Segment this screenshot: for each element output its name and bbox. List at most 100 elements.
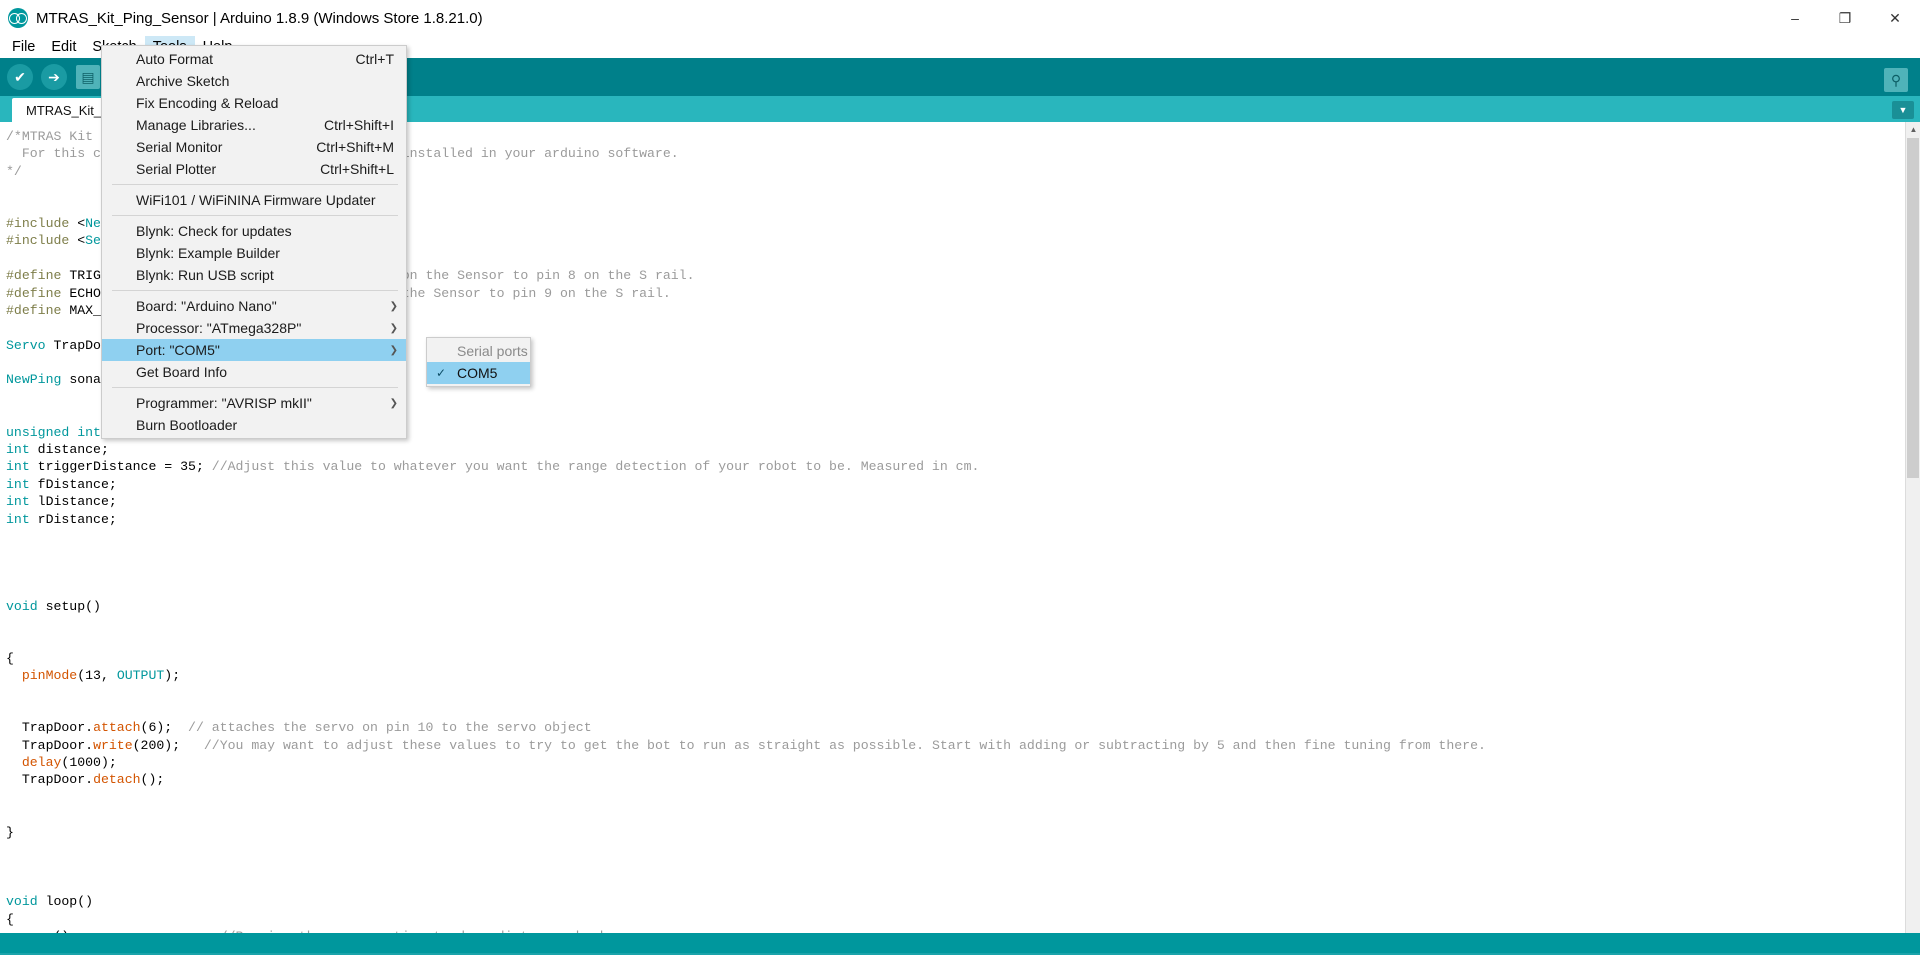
scrollbar-thumb[interactable] xyxy=(1907,138,1919,478)
menu-file[interactable]: File xyxy=(4,36,43,58)
title-bar: MTRAS_Kit_Ping_Sensor | Arduino 1.8.9 (W… xyxy=(0,0,1920,36)
scroll-up-arrow-icon[interactable]: ▲ xyxy=(1906,122,1920,137)
menu-separator xyxy=(112,290,398,291)
menu-item-blynk-example-builder[interactable]: Blynk: Example Builder xyxy=(102,242,406,264)
menu-item-serial-monitor[interactable]: Serial Monitor Ctrl+Shift+M xyxy=(102,136,406,158)
menu-item-label: Port: "COM5" xyxy=(136,342,220,358)
code-line: int distance; xyxy=(6,442,109,458)
menu-item-label: Blynk: Check for updates xyxy=(136,223,292,239)
window-title: MTRAS_Kit_Ping_Sensor | Arduino 1.8.9 (W… xyxy=(36,9,483,27)
menu-item-label: Blynk: Run USB script xyxy=(136,267,274,283)
code-line: int rDistance; xyxy=(6,511,117,527)
serial-monitor-button[interactable]: ⚲ xyxy=(1880,64,1912,96)
close-button[interactable]: ✕ xyxy=(1870,0,1920,36)
chevron-right-icon: ❯ xyxy=(389,300,398,312)
menu-item-label: Burn Bootloader xyxy=(136,417,238,433)
menu-item-archive-sketch[interactable]: Archive Sketch xyxy=(102,70,406,92)
submenu-item-com5[interactable]: ✓ COM5 xyxy=(427,362,530,384)
menu-item-serial-plotter[interactable]: Serial Plotter Ctrl+Shift+L xyxy=(102,158,406,180)
code-line: TrapDoor.detach(); xyxy=(6,772,165,788)
menu-item-label: Serial Plotter xyxy=(136,161,217,177)
menu-item-label: Blynk: Example Builder xyxy=(136,245,280,261)
menu-item-blynk-check-for-updates[interactable]: Blynk: Check for updates xyxy=(102,220,406,242)
menu-item-shortcut: Ctrl+Shift+L xyxy=(320,161,394,177)
menu-item-label: Programmer: "AVRISP mkII" xyxy=(136,395,312,411)
code-line: int triggerDistance = 35; //Adjust this … xyxy=(6,459,980,475)
menu-item-label: Manage Libraries... xyxy=(136,117,256,133)
verify-icon: ✔ xyxy=(7,64,33,90)
maximize-button[interactable]: ❐ xyxy=(1820,0,1870,36)
submenu-header: Serial ports xyxy=(457,343,528,359)
menu-item-port-com5[interactable]: Port: "COM5" ❯ xyxy=(102,339,406,361)
minimize-button[interactable]: – xyxy=(1770,0,1820,36)
menu-item-shortcut: Ctrl+T xyxy=(355,51,395,67)
menu-item-label: Fix Encoding & Reload xyxy=(136,95,279,111)
menu-item-fix-encoding-reload[interactable]: Fix Encoding & Reload xyxy=(102,92,406,114)
new-file-icon: ▤ xyxy=(76,65,100,89)
tools-menu-dropdown[interactable]: Auto Format Ctrl+T Archive Sketch Fix Encod… xyxy=(101,45,407,439)
chevron-right-icon: ❯ xyxy=(389,344,398,356)
menu-item-manage-libraries[interactable]: Manage Libraries... Ctrl+Shift+I xyxy=(102,114,406,136)
code-line: int fDistance; xyxy=(6,476,117,492)
menu-edit[interactable]: Edit xyxy=(43,36,84,58)
vertical-scrollbar[interactable]: ▲ xyxy=(1905,122,1920,933)
menu-item-label: WiFi101 / WiFiNINA Firmware Updater xyxy=(136,192,376,208)
code-line: { xyxy=(6,911,14,927)
code-line: TrapDoor.write(200); //You may want to a… xyxy=(6,737,1486,753)
window-controls: – ❐ ✕ xyxy=(1770,0,1920,36)
menu-item-wifi101-wifinina-firmware-updater[interactable]: WiFi101 / WiFiNINA Firmware Updater xyxy=(102,189,406,211)
verify-button[interactable]: ✔ xyxy=(4,61,36,93)
menu-item-label: Get Board Info xyxy=(136,364,228,380)
upload-button[interactable]: ➔ xyxy=(38,61,70,93)
menu-separator xyxy=(112,387,398,388)
menu-item-blynk-run-usb-script[interactable]: Blynk: Run USB script xyxy=(102,264,406,286)
code-line: void loop() xyxy=(6,894,94,910)
code-line: int lDistance; xyxy=(6,494,117,510)
submenu-item-label: COM5 xyxy=(457,365,498,381)
menu-item-board-arduino-nano[interactable]: Board: "Arduino Nano" ❯ xyxy=(102,295,406,317)
menu-item-burn-bootloader[interactable]: Burn Bootloader xyxy=(102,414,406,436)
upload-icon: ➔ xyxy=(41,64,67,90)
arduino-logo-icon xyxy=(8,8,28,28)
menu-item-label: Archive Sketch xyxy=(136,73,230,89)
code-line: TrapDoor.attach(6); // attaches the serv… xyxy=(6,720,592,736)
menu-item-label: Board: "Arduino Nano" xyxy=(136,298,277,314)
menu-item-auto-format[interactable]: Auto Format Ctrl+T xyxy=(102,48,406,70)
menu-item-label: Processor: "ATmega328P" xyxy=(136,320,302,336)
code-line: pinMode(13, OUTPUT); xyxy=(21,668,181,684)
chevron-right-icon: ❯ xyxy=(389,397,398,409)
menu-item-label: Auto Format xyxy=(136,51,214,67)
menu-item-get-board-info[interactable]: Get Board Info xyxy=(102,361,406,383)
tab-dropdown-button[interactable]: ▼ xyxy=(1892,101,1914,119)
menu-separator xyxy=(112,184,398,185)
menu-item-shortcut: Ctrl+Shift+I xyxy=(323,117,394,133)
chevron-right-icon: ❯ xyxy=(389,322,398,334)
menu-separator xyxy=(112,215,398,216)
code-line: void setup() xyxy=(6,598,101,614)
check-icon: ✓ xyxy=(436,366,447,380)
menu-item-programmer-avrisp-mkii[interactable]: Programmer: "AVRISP mkII" ❯ xyxy=(102,392,406,414)
status-accent-line xyxy=(0,933,1920,953)
port-submenu[interactable]: Serial ports ✓ COM5 xyxy=(426,337,531,387)
menu-item-label: Serial Monitor xyxy=(136,139,223,155)
new-sketch-button[interactable]: ▤ xyxy=(72,61,104,93)
menu-item-processor-atmega328p[interactable]: Processor: "ATmega328P" ❯ xyxy=(102,317,406,339)
serial-monitor-icon: ⚲ xyxy=(1884,68,1908,92)
code-line: delay(1000); xyxy=(21,755,117,771)
menu-item-shortcut: Ctrl+Shift+M xyxy=(316,139,394,155)
code-line: } xyxy=(6,824,14,840)
code-line: scan(); //Running the scan routine to do… xyxy=(6,928,1905,933)
